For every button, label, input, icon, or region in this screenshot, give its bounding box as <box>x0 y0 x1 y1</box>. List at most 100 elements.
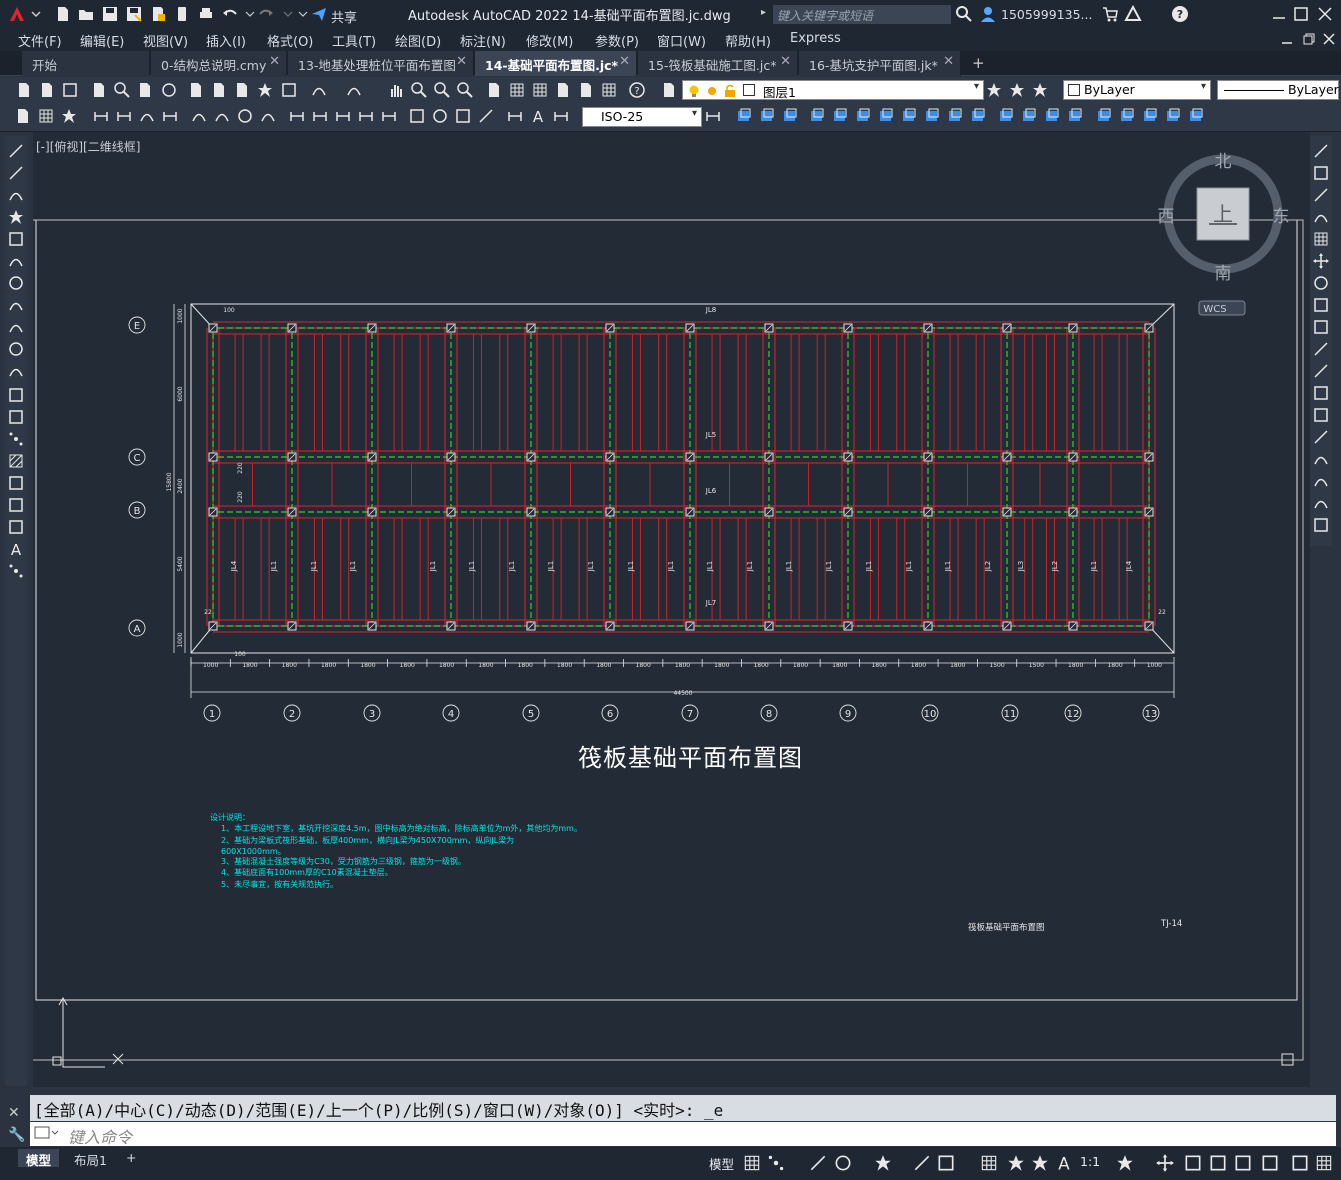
help-search-input[interactable]: 键入关键字或短语 <box>773 5 951 24</box>
lightbulb-icon[interactable] <box>687 83 701 97</box>
auto-scale-icon[interactable] <box>1030 1153 1050 1173</box>
dimension-space-icon[interactable] <box>357 107 375 125</box>
polygon-icon[interactable] <box>7 208 25 226</box>
close-window-icon[interactable] <box>1316 5 1334 23</box>
close-tab-icon[interactable]: ✕ <box>619 54 630 69</box>
annotation-visibility-icon[interactable] <box>1006 1153 1026 1173</box>
join-icon[interactable] <box>1312 428 1330 446</box>
isometric-icon[interactable] <box>873 1153 893 1173</box>
radius-icon[interactable] <box>190 107 208 125</box>
undo-dropdown-icon[interactable] <box>241 5 255 23</box>
union-icon[interactable] <box>735 107 753 125</box>
diameter-icon[interactable] <box>236 107 254 125</box>
ortho-mode-icon[interactable] <box>808 1153 828 1173</box>
command-prompt-icon[interactable] <box>34 1125 60 1141</box>
intersect-icon[interactable] <box>781 107 799 125</box>
redo-icon[interactable] <box>345 81 363 99</box>
zoom-previous-icon[interactable] <box>456 81 474 99</box>
dimension-edit-icon[interactable] <box>506 107 524 125</box>
cut-icon[interactable] <box>187 81 205 99</box>
viewcube[interactable]: 上 北 南 西 东 WCS <box>1153 146 1303 316</box>
make-current-icon[interactable] <box>985 81 1003 99</box>
sphere-icon[interactable] <box>1066 107 1084 125</box>
redo-dropdown-icon[interactable] <box>279 5 293 23</box>
snap-mode-icon[interactable] <box>766 1153 786 1173</box>
share-label[interactable]: 共享 <box>331 7 357 26</box>
save-icon[interactable] <box>61 81 79 99</box>
quickcalc-icon[interactable] <box>600 81 618 99</box>
center-mark-icon[interactable] <box>431 107 449 125</box>
customize-icon[interactable] <box>1155 1153 1175 1173</box>
dimension-update-icon[interactable] <box>552 107 570 125</box>
copy-icon[interactable] <box>210 81 228 99</box>
tab-start[interactable]: 开始 <box>22 51 150 76</box>
menu-help[interactable]: 帮助(H) <box>725 31 771 50</box>
menu-draw[interactable]: 绘图(D) <box>395 31 441 50</box>
user-name-label[interactable]: 1505999135... <box>1001 7 1092 22</box>
search-expand-icon[interactable]: ▸ <box>761 7 766 18</box>
torus-icon[interactable] <box>1141 107 1159 125</box>
chevron-down-icon[interactable]: ▾ <box>692 108 697 119</box>
wipeout-icon[interactable] <box>7 518 25 536</box>
new-file-icon[interactable] <box>54 5 72 23</box>
pyramid-icon[interactable] <box>1095 107 1113 125</box>
drawing-canvas[interactable]: [-][俯视][二维线框] JL8 JL5 JL6 JL7 JL4 JL1 JL1 JL1 JL… <box>33 132 1310 1087</box>
wedge-icon[interactable] <box>1118 107 1136 125</box>
break-icon[interactable] <box>1312 406 1330 424</box>
table-icon[interactable] <box>37 107 55 125</box>
close-tab-icon[interactable]: ✕ <box>269 54 280 69</box>
region-icon[interactable] <box>7 496 25 514</box>
subtract-icon[interactable] <box>758 107 776 125</box>
annotation-scale-icon[interactable]: A <box>1054 1153 1074 1174</box>
multileader-icon[interactable] <box>60 107 78 125</box>
inspection-icon[interactable] <box>454 107 472 125</box>
layer-previous-icon[interactable] <box>1008 81 1026 99</box>
continue-icon[interactable] <box>334 107 352 125</box>
add-layout-button[interactable]: + <box>118 1149 144 1167</box>
slice-icon[interactable] <box>923 107 941 125</box>
ellipse-arc-icon[interactable] <box>7 362 25 380</box>
dimstyle-icon[interactable] <box>704 107 722 125</box>
menu-edit[interactable]: 编辑(E) <box>80 31 124 50</box>
help-icon[interactable]: ? <box>1171 5 1189 23</box>
revcloud-icon[interactable] <box>7 296 25 314</box>
menu-express[interactable]: Express <box>790 31 841 46</box>
paste-icon[interactable] <box>233 81 251 99</box>
layer-states-icon[interactable] <box>1031 81 1049 99</box>
polar-tracking-icon[interactable] <box>833 1153 853 1173</box>
close-tab-icon[interactable]: ✕ <box>456 54 467 69</box>
fillet-icon[interactable] <box>1312 472 1330 490</box>
cart-icon[interactable] <box>1101 5 1119 23</box>
aligned-dimension-icon[interactable] <box>115 107 133 125</box>
move-icon[interactable] <box>1312 252 1330 270</box>
tab-pit-support[interactable]: 16-基坑支护平面图.jk* ✕ <box>799 51 961 76</box>
close-command-icon[interactable]: ✕ <box>8 1105 20 1121</box>
tab-foundation-plan[interactable]: 14-基础平面布置图.jc* ✕ <box>475 51 637 76</box>
save-as-icon[interactable] <box>125 5 143 23</box>
loft-icon[interactable] <box>877 107 895 125</box>
linetype-dropdown[interactable]: ByLayer <box>1217 80 1339 100</box>
revolve-icon[interactable] <box>831 107 849 125</box>
print-icon[interactable] <box>197 5 215 23</box>
tab-raft-construction[interactable]: 15-筏板基础施工图.jc* ✕ <box>638 51 798 76</box>
search-icon[interactable] <box>955 5 973 23</box>
mirror-icon[interactable] <box>1312 186 1330 204</box>
arc-length-icon[interactable] <box>138 107 156 125</box>
dimtext-edit-icon[interactable]: A <box>529 107 547 126</box>
help-icon[interactable]: ? <box>628 81 646 99</box>
sun-icon[interactable] <box>705 83 719 97</box>
chamfer-icon[interactable] <box>1312 450 1330 468</box>
jogged-icon[interactable] <box>213 107 231 125</box>
menu-modify[interactable]: 修改(M) <box>526 31 573 50</box>
menu-insert[interactable]: 插入(I) <box>206 31 246 50</box>
construction-line-icon[interactable] <box>7 164 25 182</box>
user-icon[interactable] <box>979 5 997 23</box>
layout-tab-model[interactable]: 模型 <box>18 1149 60 1168</box>
print-icon[interactable] <box>90 81 108 99</box>
box-solid-icon[interactable] <box>997 107 1015 125</box>
hatch-icon[interactable] <box>7 452 25 470</box>
quick-properties-icon[interactable] <box>1260 1153 1280 1173</box>
ordinate-dimension-icon[interactable] <box>161 107 179 125</box>
pan-icon[interactable] <box>387 81 405 99</box>
break-at-point-icon[interactable] <box>1312 384 1330 402</box>
